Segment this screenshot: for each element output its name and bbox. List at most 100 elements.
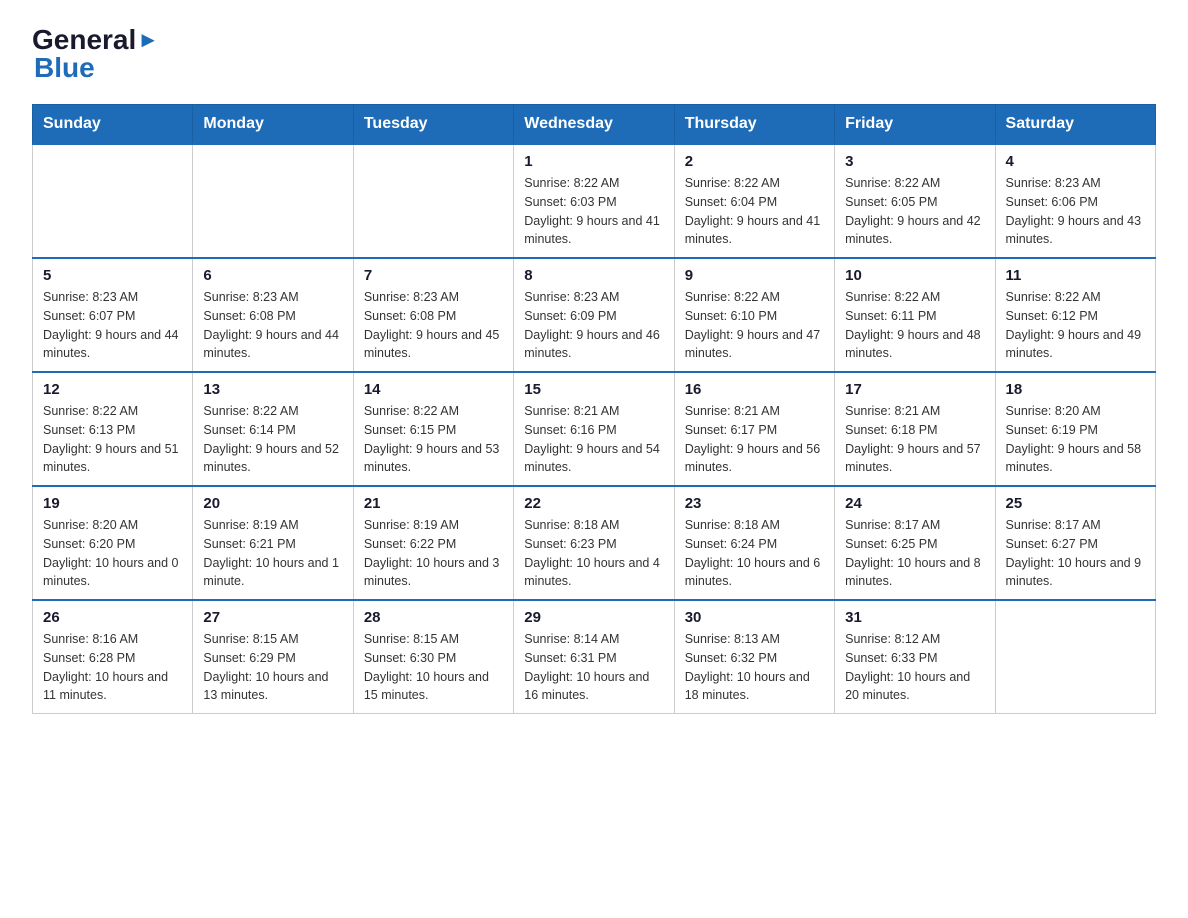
day-info: Sunrise: 8:20 AMSunset: 6:20 PMDaylight:… <box>43 516 182 591</box>
calendar-cell: 30 Sunrise: 8:13 AMSunset: 6:32 PMDayligh… <box>674 600 834 714</box>
day-number: 28 <box>364 609 503 626</box>
day-info: Sunrise: 8:23 AMSunset: 6:08 PMDaylight:… <box>203 288 342 363</box>
day-number: 3 <box>845 153 984 170</box>
day-info: Sunrise: 8:22 AMSunset: 6:03 PMDaylight:… <box>524 174 663 249</box>
day-info: Sunrise: 8:13 AMSunset: 6:32 PMDaylight:… <box>685 630 824 705</box>
week-row-1: 1 Sunrise: 8:22 AMSunset: 6:03 PMDaylight… <box>33 144 1156 258</box>
day-info: Sunrise: 8:15 AMSunset: 6:30 PMDaylight:… <box>364 630 503 705</box>
day-info: Sunrise: 8:23 AMSunset: 6:09 PMDaylight:… <box>524 288 663 363</box>
day-number: 8 <box>524 267 663 284</box>
day-number: 13 <box>203 381 342 398</box>
day-info: Sunrise: 8:23 AMSunset: 6:07 PMDaylight:… <box>43 288 182 363</box>
day-number: 12 <box>43 381 182 398</box>
day-info: Sunrise: 8:22 AMSunset: 6:11 PMDaylight:… <box>845 288 984 363</box>
day-info: Sunrise: 8:22 AMSunset: 6:05 PMDaylight:… <box>845 174 984 249</box>
calendar-cell: 9 Sunrise: 8:22 AMSunset: 6:10 PMDaylight… <box>674 258 834 372</box>
day-number: 20 <box>203 495 342 512</box>
calendar-cell: 1 Sunrise: 8:22 AMSunset: 6:03 PMDaylight… <box>514 144 674 258</box>
calendar-cell <box>353 144 513 258</box>
weekday-header-saturday: Saturday <box>995 105 1155 145</box>
calendar-cell: 31 Sunrise: 8:12 AMSunset: 6:33 PMDayligh… <box>835 600 995 714</box>
day-info: Sunrise: 8:19 AMSunset: 6:22 PMDaylight:… <box>364 516 503 591</box>
day-info: Sunrise: 8:22 AMSunset: 6:04 PMDaylight:… <box>685 174 824 249</box>
day-info: Sunrise: 8:15 AMSunset: 6:29 PMDaylight:… <box>203 630 342 705</box>
day-number: 10 <box>845 267 984 284</box>
day-info: Sunrise: 8:23 AMSunset: 6:06 PMDaylight:… <box>1006 174 1145 249</box>
calendar-cell: 13 Sunrise: 8:22 AMSunset: 6:14 PMDayligh… <box>193 372 353 486</box>
weekday-header-tuesday: Tuesday <box>353 105 513 145</box>
day-number: 17 <box>845 381 984 398</box>
day-info: Sunrise: 8:19 AMSunset: 6:21 PMDaylight:… <box>203 516 342 591</box>
day-number: 18 <box>1006 381 1145 398</box>
day-info: Sunrise: 8:20 AMSunset: 6:19 PMDaylight:… <box>1006 402 1145 477</box>
calendar-cell: 10 Sunrise: 8:22 AMSunset: 6:11 PMDayligh… <box>835 258 995 372</box>
week-row-2: 5 Sunrise: 8:23 AMSunset: 6:07 PMDaylight… <box>33 258 1156 372</box>
calendar-cell: 29 Sunrise: 8:14 AMSunset: 6:31 PMDayligh… <box>514 600 674 714</box>
calendar-cell: 22Sunrise: 8:18 AMSunset: 6:23 PMDayligh… <box>514 486 674 600</box>
day-info: Sunrise: 8:17 AMSunset: 6:25 PMDaylight:… <box>845 516 984 591</box>
day-number: 2 <box>685 153 824 170</box>
day-info: Sunrise: 8:17 AMSunset: 6:27 PMDaylight:… <box>1006 516 1145 591</box>
calendar-cell: 3 Sunrise: 8:22 AMSunset: 6:05 PMDaylight… <box>835 144 995 258</box>
calendar-cell: 17 Sunrise: 8:21 AMSunset: 6:18 PMDayligh… <box>835 372 995 486</box>
calendar-cell: 6Sunrise: 8:23 AMSunset: 6:08 PMDaylight… <box>193 258 353 372</box>
calendar-cell: 18 Sunrise: 8:20 AMSunset: 6:19 PMDayligh… <box>995 372 1155 486</box>
page-header: General ► Blue <box>32 24 1156 84</box>
calendar-cell: 27Sunrise: 8:15 AMSunset: 6:29 PMDayligh… <box>193 600 353 714</box>
calendar-cell: 16 Sunrise: 8:21 AMSunset: 6:17 PMDayligh… <box>674 372 834 486</box>
day-number: 11 <box>1006 267 1145 284</box>
weekday-header-thursday: Thursday <box>674 105 834 145</box>
day-number: 21 <box>364 495 503 512</box>
calendar-cell: 24 Sunrise: 8:17 AMSunset: 6:25 PMDayligh… <box>835 486 995 600</box>
day-number: 24 <box>845 495 984 512</box>
calendar-cell <box>995 600 1155 714</box>
day-number: 1 <box>524 153 663 170</box>
calendar-cell: 26Sunrise: 8:16 AMSunset: 6:28 PMDayligh… <box>33 600 193 714</box>
day-number: 4 <box>1006 153 1145 170</box>
day-number: 5 <box>43 267 182 284</box>
day-info: Sunrise: 8:22 AMSunset: 6:14 PMDaylight:… <box>203 402 342 477</box>
day-number: 25 <box>1006 495 1145 512</box>
calendar-header-row: SundayMondayTuesdayWednesdayThursdayFrid… <box>33 105 1156 145</box>
day-number: 23 <box>685 495 824 512</box>
day-number: 30 <box>685 609 824 626</box>
calendar-cell: 8 Sunrise: 8:23 AMSunset: 6:09 PMDaylight… <box>514 258 674 372</box>
day-number: 29 <box>524 609 663 626</box>
calendar-cell: 23 Sunrise: 8:18 AMSunset: 6:24 PMDayligh… <box>674 486 834 600</box>
day-info: Sunrise: 8:22 AMSunset: 6:12 PMDaylight:… <box>1006 288 1145 363</box>
day-info: Sunrise: 8:22 AMSunset: 6:15 PMDaylight:… <box>364 402 503 477</box>
weekday-header-sunday: Sunday <box>33 105 193 145</box>
calendar-cell: 19Sunrise: 8:20 AMSunset: 6:20 PMDayligh… <box>33 486 193 600</box>
calendar-cell: 12Sunrise: 8:22 AMSunset: 6:13 PMDayligh… <box>33 372 193 486</box>
week-row-4: 19Sunrise: 8:20 AMSunset: 6:20 PMDayligh… <box>33 486 1156 600</box>
day-number: 26 <box>43 609 182 626</box>
calendar-cell: 7Sunrise: 8:23 AMSunset: 6:08 PMDaylight… <box>353 258 513 372</box>
day-info: Sunrise: 8:18 AMSunset: 6:24 PMDaylight:… <box>685 516 824 591</box>
weekday-header-friday: Friday <box>835 105 995 145</box>
day-info: Sunrise: 8:12 AMSunset: 6:33 PMDaylight:… <box>845 630 984 705</box>
weekday-header-wednesday: Wednesday <box>514 105 674 145</box>
day-number: 31 <box>845 609 984 626</box>
day-number: 14 <box>364 381 503 398</box>
logo-blue-text: Blue <box>34 52 95 83</box>
day-info: Sunrise: 8:21 AMSunset: 6:17 PMDaylight:… <box>685 402 824 477</box>
weekday-header-monday: Monday <box>193 105 353 145</box>
day-number: 16 <box>685 381 824 398</box>
calendar-cell: 11 Sunrise: 8:22 AMSunset: 6:12 PMDayligh… <box>995 258 1155 372</box>
calendar-cell: 14 Sunrise: 8:22 AMSunset: 6:15 PMDayligh… <box>353 372 513 486</box>
logo-arrow-icon: ► <box>137 27 159 53</box>
calendar-cell: 5 Sunrise: 8:23 AMSunset: 6:07 PMDaylight… <box>33 258 193 372</box>
day-info: Sunrise: 8:21 AMSunset: 6:16 PMDaylight:… <box>524 402 663 477</box>
day-number: 15 <box>524 381 663 398</box>
day-info: Sunrise: 8:22 AMSunset: 6:10 PMDaylight:… <box>685 288 824 363</box>
calendar-cell <box>193 144 353 258</box>
logo: General ► Blue <box>32 24 160 84</box>
week-row-5: 26Sunrise: 8:16 AMSunset: 6:28 PMDayligh… <box>33 600 1156 714</box>
day-info: Sunrise: 8:21 AMSunset: 6:18 PMDaylight:… <box>845 402 984 477</box>
calendar-cell: 25 Sunrise: 8:17 AMSunset: 6:27 PMDayligh… <box>995 486 1155 600</box>
calendar-cell: 21 Sunrise: 8:19 AMSunset: 6:22 PMDayligh… <box>353 486 513 600</box>
day-number: 22 <box>524 495 663 512</box>
day-number: 9 <box>685 267 824 284</box>
day-info: Sunrise: 8:14 AMSunset: 6:31 PMDaylight:… <box>524 630 663 705</box>
week-row-3: 12Sunrise: 8:22 AMSunset: 6:13 PMDayligh… <box>33 372 1156 486</box>
